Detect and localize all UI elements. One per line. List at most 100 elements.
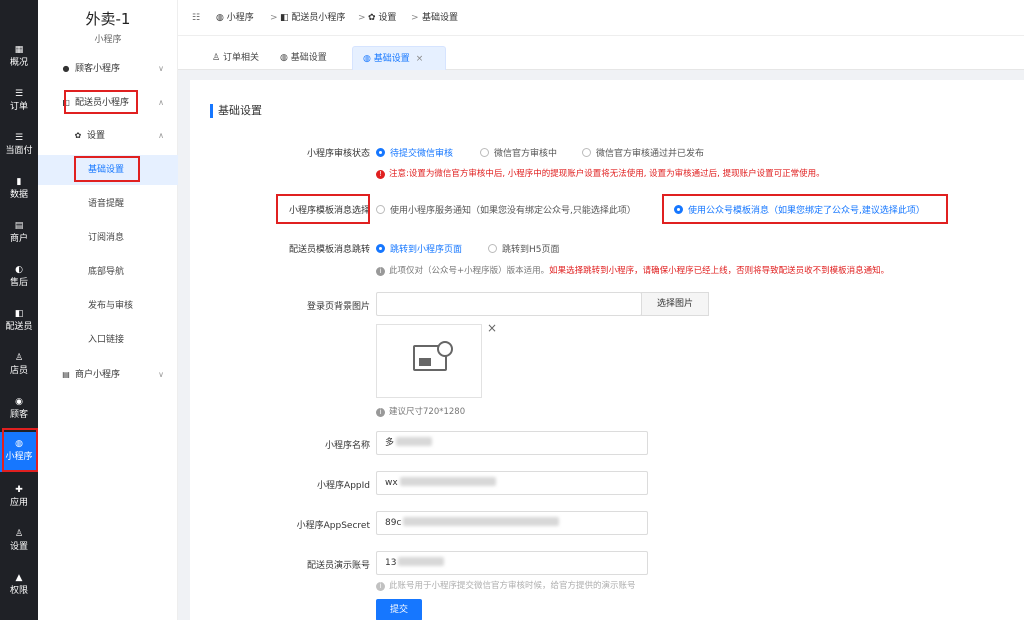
rail-label: 应用 xyxy=(9,498,28,508)
radio-label: 微信官方审核通过并已发布 xyxy=(596,149,705,159)
rail-item-courier[interactable]: ◧ 配送员 xyxy=(0,302,38,342)
image-preview[interactable] xyxy=(376,324,482,398)
user-circle-icon: ◉ xyxy=(15,397,23,407)
group-label: 商户小程序 xyxy=(75,370,121,380)
rail-label: 商户 xyxy=(9,234,28,244)
radio-reviewing[interactable]: 微信官方审核中 xyxy=(480,146,557,159)
breadcrumb-item[interactable]: ◍ 小程序 xyxy=(216,0,254,36)
store-icon: ▤ xyxy=(14,221,24,231)
tab-order-related[interactable]: ♙ 订单相关 xyxy=(202,46,269,70)
store-icon: ▤ xyxy=(62,370,70,379)
courier-jump-note: i 此项仅对（公众号+小程序版）版本适用。如果选择跳转到小程序，请确保小程序已经上… xyxy=(376,264,889,276)
breadcrumb-label: 配送员小程序 xyxy=(291,13,346,23)
user-icon: ● xyxy=(62,64,70,73)
highlight-box xyxy=(64,90,138,114)
radio-icon xyxy=(480,148,489,157)
rail-item-facepay[interactable]: ☰ 当面付 xyxy=(0,126,38,166)
note-text: 建议尺寸720*1280 xyxy=(389,407,466,417)
tab-label: 订单相关 xyxy=(222,53,259,63)
submit-button[interactable]: 提交 xyxy=(376,599,422,620)
demo-account-note: i 此账号用于小程序提交微信官方审核时候，给官方提供的演示账号 xyxy=(376,579,636,591)
gear-icon: ✿ xyxy=(74,131,82,140)
login-bg-input[interactable] xyxy=(376,292,642,316)
dashboard-icon: ▦ xyxy=(14,45,24,55)
chevron-down-icon: ∨ xyxy=(158,370,164,379)
close-icon[interactable]: × xyxy=(416,54,424,64)
radio-service-notice[interactable]: 使用小程序服务通知（如果您没有绑定公众号,只能选择此项） xyxy=(376,203,636,216)
app-name-label: 小程序名称 xyxy=(324,441,370,451)
demo-account-label: 配送员演示账号 xyxy=(306,561,370,571)
app-title: 外卖-1 xyxy=(85,10,131,28)
sidebar-item-subscribe-msg[interactable]: 订阅消息 xyxy=(38,223,178,253)
radio-approved[interactable]: 微信官方审核通过并已发布 xyxy=(582,146,704,159)
rail-item-overview[interactable]: ▦ 概况 xyxy=(0,38,38,78)
sidebar-item-bottom-nav[interactable]: 底部导航 xyxy=(38,257,178,287)
rail-item-aftersale[interactable]: ◐ 售后 xyxy=(0,258,38,298)
remove-image-icon[interactable]: × xyxy=(487,321,497,335)
truck-icon: ◧ xyxy=(14,309,24,319)
warning-text: 如果选择跳转到小程序，请确保小程序已经上线，否则将导致配送员收不到模板消息通知。 xyxy=(549,266,890,276)
breadcrumb-separator: > xyxy=(358,13,366,23)
demo-account-input[interactable]: 13 xyxy=(376,551,648,575)
redacted-text xyxy=(398,557,445,566)
rail-item-staff[interactable]: ♙ 店员 xyxy=(0,346,38,386)
select-image-button[interactable]: 选择图片 xyxy=(641,292,709,316)
app-name-input[interactable]: 多 xyxy=(376,431,648,455)
apps-icon: ✚ xyxy=(15,485,23,495)
radio-icon xyxy=(488,244,497,253)
list-icon: ☰ xyxy=(14,133,24,143)
main-nav-rail: ▦ 概况 ☰ 订单 ☰ 当面付 ▮ 数据 ▤ 商户 ◐ 售后 ◧ 配送员 ♙ 店员 ◉ 顾客 ◍ 小… xyxy=(0,0,38,620)
radio-jump-miniprogram[interactable]: 跳转到小程序页面 xyxy=(376,242,462,255)
redacted-text xyxy=(403,517,560,526)
sidebar-group-customer[interactable]: ● 顾客小程序 ∨ xyxy=(38,58,178,80)
rail-item-orders[interactable]: ☰ 订单 xyxy=(0,82,38,122)
rail-item-apps[interactable]: ✚ 应用 xyxy=(0,478,38,518)
tab-basic-settings-active[interactable]: ◍ 基础设置 × xyxy=(352,46,446,70)
radio-pending-submit[interactable]: 待提交微信审核 xyxy=(376,146,453,159)
input-value: 89c xyxy=(385,518,402,528)
rail-label: 权限 xyxy=(9,586,28,596)
rail-item-permission[interactable]: ▲ 权限 xyxy=(0,566,38,606)
sidebar-item-publish-review[interactable]: 发布与审核 xyxy=(38,291,178,321)
image-zoom-icon xyxy=(413,341,453,371)
wechat-icon: ◍ xyxy=(216,13,227,23)
sidebar-group-merchant[interactable]: ▤ 商户小程序 ∨ xyxy=(38,364,178,386)
rail-item-settings[interactable]: ♙ 设置 xyxy=(0,522,38,562)
menu-collapse-icon[interactable]: ☷ xyxy=(192,0,200,36)
chevron-up-icon: ∧ xyxy=(158,131,164,140)
appsecret-input[interactable]: 89c xyxy=(376,511,648,535)
appid-label: 小程序AppId xyxy=(317,481,370,491)
input-value: 多 xyxy=(385,438,395,448)
radio-icon xyxy=(582,148,591,157)
user-icon: ♙ xyxy=(212,53,223,63)
radio-jump-h5[interactable]: 跳转到H5页面 xyxy=(488,242,560,255)
chevron-down-icon: ∨ xyxy=(158,64,164,73)
radio-icon xyxy=(376,205,385,214)
gear-icon: ✿ xyxy=(368,13,379,23)
wechat-icon: ◍ xyxy=(363,54,374,64)
rail-label: 当面付 xyxy=(5,146,33,156)
group-label: 顾客小程序 xyxy=(75,64,121,74)
rail-label: 店员 xyxy=(9,366,28,376)
sidebar-item-voice-alert[interactable]: 语音提醒 xyxy=(38,189,178,219)
review-status-note: ! 注意:设置为微信官方审核中后, 小程序中的提现账户设置将无法使用, 设置为审核… xyxy=(376,167,825,179)
login-bg-label: 登录页背景图片 xyxy=(306,302,370,312)
sidebar-item-entry-link[interactable]: 入口链接 xyxy=(38,325,178,355)
rail-item-merchant[interactable]: ▤ 商户 xyxy=(0,214,38,254)
redacted-text xyxy=(396,437,433,446)
appid-input[interactable]: wx xyxy=(376,471,648,495)
top-bar: ☷ ◍ 小程序 > ◧ 配送员小程序 > ✿ 设置 > 基础设置 xyxy=(178,0,1024,36)
page-tabs: ♙ 订单相关 ◍ 基础设置 ◍ 基础设置 × xyxy=(178,36,1024,70)
chevron-up-icon: ∧ xyxy=(158,98,164,107)
courier-jump-label: 配送员模板消息跳转 xyxy=(288,245,370,255)
wechat-icon: ◍ xyxy=(280,53,291,63)
note-text: 此账号用于小程序提交微信官方审核时候，给官方提供的演示账号 xyxy=(389,581,636,591)
radio-label: 跳转到小程序页面 xyxy=(390,245,463,255)
list-icon: ☰ xyxy=(14,89,24,99)
breadcrumb-item[interactable]: ✿ 设置 xyxy=(368,0,396,36)
rail-item-customer[interactable]: ◉ 顾客 xyxy=(0,390,38,430)
tab-basic-settings[interactable]: ◍ 基础设置 xyxy=(270,46,337,70)
sidebar-group-settings[interactable]: ✿ 设置 ∧ xyxy=(38,125,178,147)
breadcrumb-item[interactable]: ◧ 配送员小程序 xyxy=(280,0,345,36)
rail-item-data[interactable]: ▮ 数据 xyxy=(0,170,38,210)
